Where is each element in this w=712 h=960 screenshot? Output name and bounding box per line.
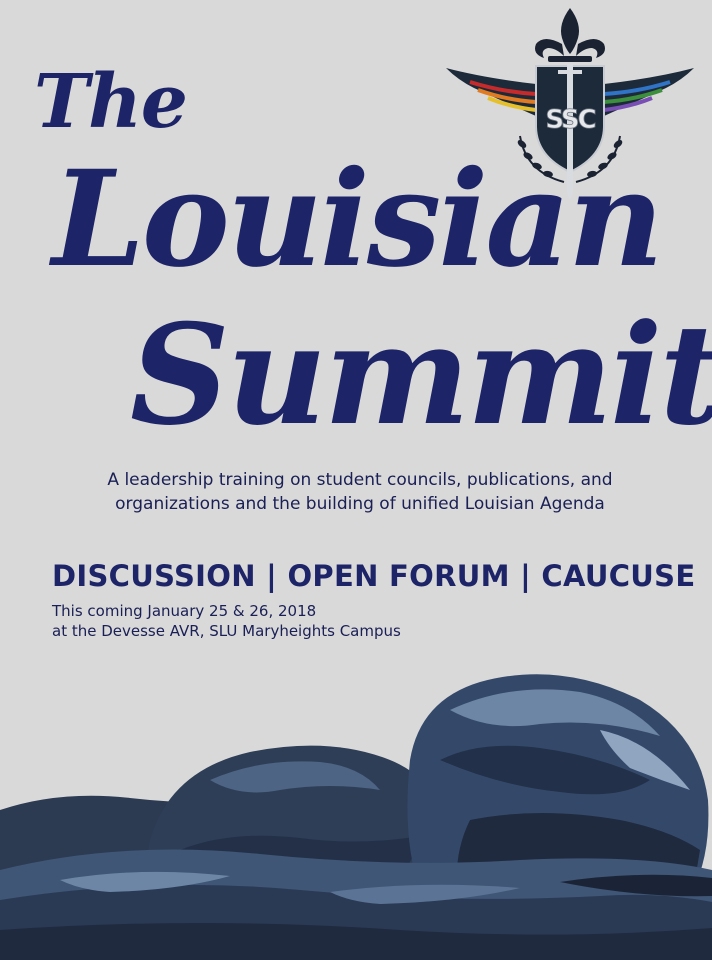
event-venue: at the Devesse AVR, SLU Maryheights Camp… bbox=[52, 622, 401, 640]
tagline-line-2: organizations and the building of unifie… bbox=[115, 494, 605, 514]
left-wing-icon bbox=[446, 68, 537, 116]
event-poster: SSC The Louisian Summit A leadership tra… bbox=[0, 0, 712, 960]
schedule: This coming January 25 & 26, 2018 at the… bbox=[52, 601, 401, 641]
title-line-the: The bbox=[34, 59, 188, 145]
rock-landscape-image bbox=[0, 674, 712, 960]
tagline: A leadership training on student council… bbox=[60, 468, 660, 516]
title-line-louisian: Louisian bbox=[52, 142, 664, 297]
tagline-line-1: A leadership training on student council… bbox=[107, 470, 613, 490]
event-date: This coming January 25 & 26, 2018 bbox=[52, 602, 317, 620]
activities-heading: DISCUSSION | OPEN FORUM | CAUCUSE bbox=[52, 559, 696, 593]
fleur-de-lis-icon bbox=[535, 8, 605, 62]
title-line-summit: Summit bbox=[130, 293, 712, 456]
right-wing-icon bbox=[603, 68, 694, 116]
logo-letters: SSC bbox=[545, 105, 595, 135]
